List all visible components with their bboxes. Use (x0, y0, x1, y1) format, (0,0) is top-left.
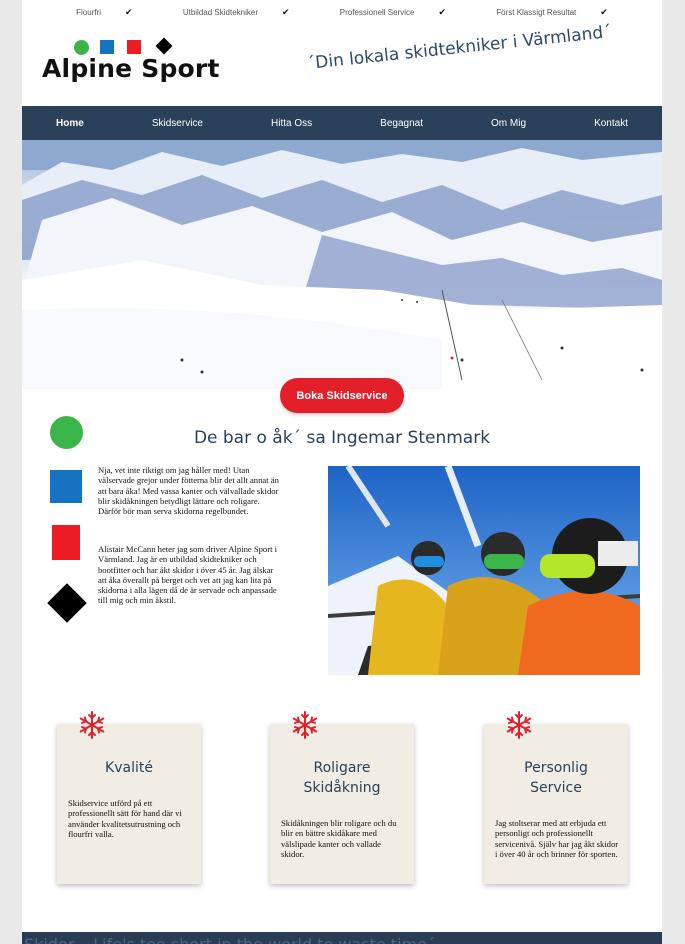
nav-item-skidservice[interactable]: Skidservice (152, 118, 203, 129)
skiers-chairlift-illustration (328, 466, 640, 675)
check-icon: ✔ (125, 7, 133, 17)
nav-item-begagnat[interactable]: Begagnat (380, 118, 423, 129)
main-nav: Home Skidservice Hitta Oss Begagnat Om M… (22, 106, 662, 140)
intro-heading: De bar o åk´ sa Ingemar Stenmark (193, 428, 491, 448)
nav-item-home[interactable]: Home (56, 118, 84, 129)
snowflake-icon (292, 711, 318, 739)
usp-item: Utbildad Skidtekniker ✔ (182, 7, 290, 17)
top-usp-bar: Flourfri ✔ Utbildad Skidtekniker ✔ Profess… (22, 7, 662, 18)
card-title: Personlig Service (524, 760, 588, 796)
nav-item-hitta-oss[interactable]: Hitta Oss (271, 118, 312, 129)
black-diamond-icon (155, 37, 173, 55)
hero-mountain-image (22, 140, 662, 389)
site-logo[interactable]: Alpine Sport (42, 37, 222, 88)
card-title: Roligare Skidåkning (303, 760, 381, 796)
snowflake-icon (506, 711, 532, 739)
feature-card-personlig: Personlig Service Jag stoltserar med att… (484, 724, 628, 884)
black-diamond-icon (47, 583, 87, 623)
card-title: Kvalité (105, 760, 153, 776)
logo-text: Alpine Sport (42, 54, 220, 83)
feature-card-roligare: Roligare Skidåkning Skidåkningen blir ro… (270, 724, 414, 884)
page: Flourfri ✔ Utbildad Skidtekniker ✔ Profess… (22, 0, 662, 944)
snowflake-icon (79, 711, 105, 739)
usp-item: Professionell Service ✔ (339, 7, 447, 17)
green-circle-icon (74, 40, 89, 55)
red-square-icon (127, 40, 141, 54)
site-slogan: ´Din lokala skidtekniker i Värmland´ (305, 22, 613, 74)
nav-item-kontakt[interactable]: Kontakt (594, 118, 628, 129)
bottom-banner: Skidor... Life's too short in the world … (22, 932, 662, 944)
blue-square-icon (100, 40, 114, 54)
card-description: Skidåkningen blir roligare och du blir e… (281, 818, 397, 860)
book-service-button[interactable]: Boka Skidservice (280, 378, 404, 413)
card-description: Jag stoltserar med att erbjuda ett perso… (495, 818, 619, 860)
feature-card-kvalite: Kvalité Skidservice utförd på ett profes… (57, 724, 201, 884)
usp-item: Flourfri ✔ (76, 7, 133, 17)
bottom-banner-text: Skidor... Life's too short in the world … (24, 935, 435, 944)
green-circle-icon (50, 416, 83, 449)
skiers-chairlift-photo (328, 466, 640, 675)
intro-paragraph-1: Nja, vet inte riktigt om jag håller med!… (98, 465, 279, 517)
check-icon: ✔ (438, 7, 447, 17)
check-icon: ✔ (281, 7, 290, 17)
card-description: Skidservice utförd på ett professionellt… (68, 798, 182, 840)
check-icon: ✔ (600, 7, 608, 17)
intro-paragraph-2: Alistair McCann heter jag som driver Alp… (98, 544, 278, 606)
nav-item-om-mig[interactable]: Om Mig (491, 118, 526, 129)
hero-mountain-illustration (22, 140, 662, 389)
blue-square-icon (50, 470, 82, 503)
red-square-icon (52, 525, 80, 560)
usp-item: Först Klassigt Resultat ✔ (496, 7, 608, 17)
